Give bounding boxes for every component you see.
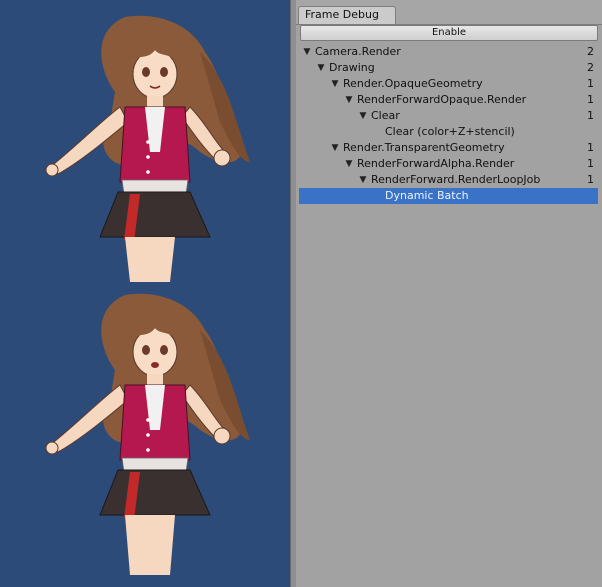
- frame-debug-panel: Frame Debug Enable ▼ Camera.Render 2 ▼ D…: [296, 0, 602, 587]
- tree-row[interactable]: ▼ Render.OpaqueGeometry 1: [296, 76, 602, 92]
- enable-button[interactable]: Enable: [300, 25, 598, 41]
- tree-row-label: Render.TransparentGeometry: [343, 141, 505, 154]
- tree-row-label: Dynamic Batch: [385, 189, 469, 202]
- tree-row[interactable]: ▼ Drawing 2: [296, 60, 602, 76]
- triangle-down-icon[interactable]: ▼: [316, 60, 326, 76]
- triangle-down-icon[interactable]: ▼: [344, 92, 354, 108]
- tree-row-label: Drawing: [329, 61, 375, 74]
- tree-row[interactable]: ▼ Render.TransparentGeometry 1: [296, 140, 602, 156]
- triangle-down-icon[interactable]: ▼: [330, 76, 340, 92]
- tree-row-count: 2: [587, 45, 594, 58]
- triangle-down-icon[interactable]: ▼: [344, 156, 354, 172]
- tree-row-label: Clear: [371, 109, 400, 122]
- tree-row-selected[interactable]: Dynamic Batch: [299, 188, 598, 204]
- triangle-down-icon[interactable]: ▼: [330, 140, 340, 156]
- character-sprite: [45, 293, 250, 575]
- character-sprite: [45, 15, 250, 282]
- tree-row-count: 1: [587, 157, 594, 170]
- tab-strip: Frame Debug: [296, 0, 602, 25]
- tree-row-count: 2: [587, 61, 594, 74]
- tree-row[interactable]: ▼ RenderForward.RenderLoopJob 1: [296, 172, 602, 188]
- tree-row-label: RenderForward.RenderLoopJob: [371, 173, 541, 186]
- tree-row[interactable]: ▼ RenderForwardAlpha.Render 1: [296, 156, 602, 172]
- triangle-down-icon[interactable]: ▼: [358, 172, 368, 188]
- tree-row-label: Clear (color+Z+stencil): [385, 125, 515, 138]
- game-view[interactable]: [0, 0, 290, 587]
- tab-frame-debug[interactable]: Frame Debug: [298, 6, 396, 24]
- tree-row[interactable]: ▼ Camera.Render 2: [296, 44, 602, 60]
- event-tree: ▼ Camera.Render 2 ▼ Drawing 2 ▼ Render.O…: [296, 44, 602, 204]
- tree-row-count: 1: [587, 77, 594, 90]
- tree-row[interactable]: ▼ RenderForwardOpaque.Render 1: [296, 92, 602, 108]
- tree-row-label: RenderForwardOpaque.Render: [357, 93, 527, 106]
- tree-row-label: Render.OpaqueGeometry: [343, 77, 483, 90]
- tree-row[interactable]: Clear (color+Z+stencil): [296, 124, 602, 140]
- triangle-down-icon[interactable]: ▼: [358, 108, 368, 124]
- triangle-down-icon[interactable]: ▼: [302, 44, 312, 60]
- tree-row-count: 1: [587, 173, 594, 186]
- tree-row-label: Camera.Render: [315, 45, 401, 58]
- tree-row-count: 1: [587, 141, 594, 154]
- tree-row-count: 1: [587, 93, 594, 106]
- tree-row-count: 1: [587, 109, 594, 122]
- tree-row-label: RenderForwardAlpha.Render: [357, 157, 515, 170]
- tree-row[interactable]: ▼ Clear 1: [296, 108, 602, 124]
